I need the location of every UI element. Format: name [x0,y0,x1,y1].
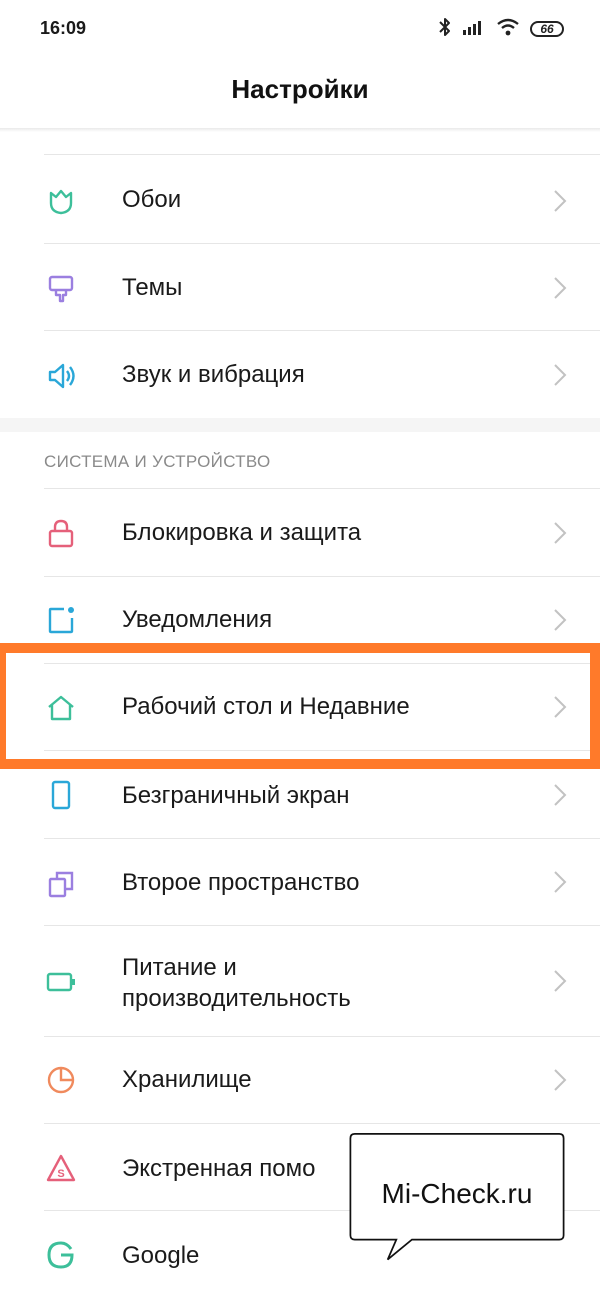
chevron-right-icon [552,869,568,895]
settings-item-label: Хранилище [122,1066,252,1093]
list-divider [44,488,600,489]
battery-performance-icon [46,967,76,997]
settings-item-themes[interactable]: Темы [0,244,600,331]
themes-icon [46,274,76,304]
settings-item-label: Google [122,1242,200,1269]
chevron-right-icon [552,607,568,633]
settings-item-storage[interactable]: Хранилище [0,1037,600,1124]
settings-item-label: Темы [122,274,183,301]
bluetooth-icon [438,17,452,42]
settings-item-second-space[interactable]: Второе пространство [0,839,600,926]
storage-icon [46,1065,76,1095]
signal-icon [462,18,486,41]
settings-item-label: Уведомления [122,606,273,633]
second-space-icon [46,869,76,899]
page-title: Настройки [231,74,369,104]
settings-item-label: Второе пространство [122,869,360,896]
settings-item-label-line1: Питание и [122,954,237,981]
page-header: Настройки [0,58,600,130]
chevron-right-icon [552,520,568,546]
notifications-icon [46,605,76,635]
chevron-right-icon [552,362,568,388]
status-bar: 16:09 66 [0,0,600,58]
chevron-right-icon [552,275,568,301]
status-time: 16:09 [40,18,87,38]
battery-icon: 66 [530,21,564,37]
chevron-right-icon [552,188,568,214]
sound-icon [46,361,76,391]
highlight-frame [0,643,600,769]
lock-icon [46,518,76,548]
settings-item-label-line2: производительность [122,985,351,1012]
wifi-icon [496,18,520,41]
chevron-right-icon [552,1067,568,1093]
section-separator [0,418,600,432]
settings-item-label: Безграничный экран [122,782,350,809]
settings-item-lock-security[interactable]: Блокировка и защита [0,490,600,577]
fullscreen-icon [46,780,76,810]
svg-text:S: S [57,1168,64,1180]
chevron-right-icon [552,782,568,808]
google-icon [46,1240,76,1270]
chevron-right-icon [552,968,568,994]
settings-item-label: Экстренная помо [122,1155,316,1182]
wallpaper-icon [46,186,76,216]
status-icons: 66 [438,14,564,44]
settings-item-wallpaper[interactable]: Обои [0,157,600,244]
header-divider [0,128,600,132]
settings-item-sound[interactable]: Звук и вибрация [0,331,600,418]
settings-item-label: Звук и вибрация [122,361,305,388]
list-divider [44,154,600,155]
section-header: СИСТЕМА И УСТРОЙСТВО [44,452,271,471]
callout-text: Mi-Check.ru [381,1178,533,1209]
sos-icon: S [46,1153,76,1183]
settings-item-label: Обои [122,186,182,213]
settings-item-label: Блокировка и защита [122,519,362,546]
settings-item-battery-performance[interactable]: Питание и производительность [0,926,600,1037]
